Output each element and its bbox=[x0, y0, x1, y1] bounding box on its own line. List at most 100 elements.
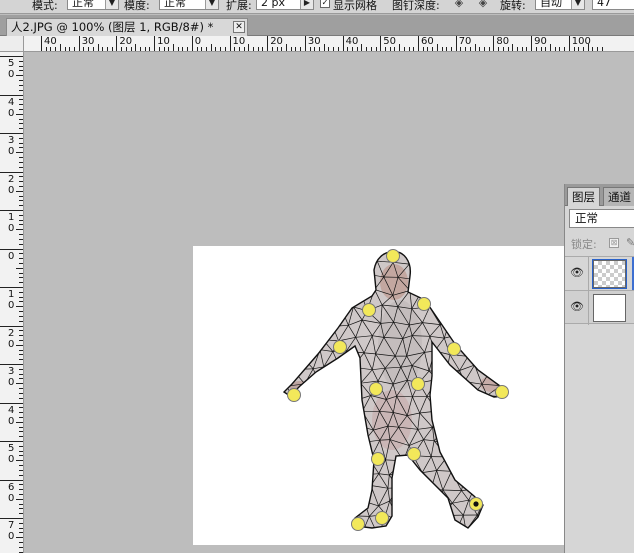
ruler-tick bbox=[19, 532, 23, 534]
pin-forward-icon[interactable]: ◈ bbox=[452, 0, 466, 10]
ruler-tick bbox=[19, 147, 23, 149]
tab-channels[interactable]: 通道 bbox=[603, 187, 634, 206]
ruler-tick bbox=[436, 44, 438, 51]
close-icon[interactable]: ✕ bbox=[233, 21, 245, 33]
warp-pin[interactable] bbox=[386, 249, 400, 263]
ruler-top[interactable]: 40 30 20 10 0 10 20 30 40 50 60 70 80 90 100 bbox=[24, 36, 634, 52]
mesh-edge bbox=[284, 412, 293, 429]
mesh-edge bbox=[356, 411, 363, 426]
mesh-edge bbox=[323, 295, 334, 312]
ruler-tick bbox=[19, 161, 23, 163]
mesh-edge bbox=[419, 251, 429, 262]
warp-pin[interactable] bbox=[371, 452, 385, 466]
warp-pin[interactable] bbox=[417, 297, 431, 311]
mesh-edge bbox=[479, 470, 491, 490]
ruler-origin[interactable] bbox=[0, 36, 24, 52]
layer-thumbnail[interactable] bbox=[593, 294, 626, 322]
warp-pin[interactable] bbox=[447, 342, 461, 356]
rotate-select[interactable]: 自动 ▼ bbox=[535, 0, 585, 10]
blend-mode-select[interactable]: 正常 bbox=[569, 209, 634, 228]
warp-pin[interactable] bbox=[287, 388, 301, 402]
mesh-edge bbox=[301, 474, 318, 476]
mesh-edge bbox=[444, 398, 455, 415]
warp-pin[interactable] bbox=[333, 340, 347, 354]
mesh-edge bbox=[438, 532, 445, 545]
ruler-tick bbox=[19, 258, 23, 260]
eye-icon[interactable]: 👁 bbox=[569, 267, 585, 279]
mesh-edge bbox=[430, 520, 439, 528]
expand-label: 扩展: bbox=[226, 0, 252, 12]
layer-row-layer-1[interactable]: 👁 bbox=[565, 256, 634, 291]
mesh-edge bbox=[345, 487, 355, 501]
ruler-tick bbox=[182, 47, 184, 51]
mesh-edge bbox=[284, 349, 288, 369]
mesh-edge bbox=[472, 307, 492, 312]
mesh-edge bbox=[405, 532, 419, 535]
ruler-tick bbox=[19, 527, 23, 529]
pin-backward-icon[interactable]: ◈ bbox=[476, 0, 490, 10]
tab-layers[interactable]: 图层 bbox=[567, 187, 600, 206]
eye-icon[interactable]: 👁 bbox=[569, 301, 585, 313]
lock-transparency-icon[interactable]: ⊠ bbox=[609, 238, 619, 248]
ruler-tick bbox=[559, 47, 561, 51]
mesh-edge bbox=[498, 518, 505, 528]
mesh-edge bbox=[495, 289, 505, 291]
opacity-select[interactable]: 正常 ▼ bbox=[159, 0, 219, 10]
mode-select[interactable]: 正常 ▼ bbox=[67, 0, 119, 10]
mesh-edge bbox=[306, 396, 318, 414]
show-mesh-checkbox[interactable]: ✓ bbox=[320, 0, 330, 8]
mesh-edge bbox=[490, 489, 496, 506]
ruler-tick bbox=[19, 311, 23, 313]
mesh-edge bbox=[444, 380, 454, 399]
lock-pixels-icon[interactable]: ✎ bbox=[626, 236, 634, 249]
angle-field[interactable]: 47 bbox=[592, 0, 634, 10]
warp-pin[interactable] bbox=[407, 447, 421, 461]
warp-pin[interactable] bbox=[362, 303, 376, 317]
document-canvas[interactable] bbox=[193, 246, 564, 545]
mesh-edge bbox=[298, 279, 309, 291]
mesh-edge bbox=[280, 246, 292, 248]
ruler-tick bbox=[267, 36, 269, 51]
mesh-edge bbox=[309, 427, 322, 431]
mesh-edge bbox=[413, 517, 420, 528]
ruler-label: 4 bbox=[8, 404, 15, 416]
expand-field[interactable]: 2 px ▶ bbox=[256, 0, 314, 10]
document-tab[interactable]: 人2.JPG @ 100% (图层 1, RGB/8#) * ✕ bbox=[6, 18, 248, 36]
mesh-edge bbox=[480, 338, 490, 353]
ruler-tick bbox=[0, 171, 23, 173]
ruler-label: 4 bbox=[8, 96, 15, 108]
mesh-edge bbox=[290, 322, 303, 325]
warp-pin[interactable] bbox=[495, 385, 509, 399]
mesh-edge bbox=[465, 414, 476, 429]
warp-pin[interactable] bbox=[375, 511, 389, 525]
mesh-edge bbox=[510, 380, 530, 387]
ruler-tick bbox=[304, 36, 306, 51]
warp-pin[interactable] bbox=[369, 382, 383, 396]
mesh-edge bbox=[294, 499, 307, 521]
ruler-tick bbox=[568, 36, 570, 51]
mesh-edge bbox=[310, 248, 322, 251]
ruler-tick bbox=[352, 47, 354, 51]
mesh-edge bbox=[502, 396, 505, 412]
mesh-edge bbox=[475, 428, 481, 444]
mesh-edge bbox=[430, 488, 441, 506]
layer-thumbnail[interactable] bbox=[592, 259, 627, 289]
mesh-edge bbox=[443, 414, 455, 431]
ruler-tick bbox=[286, 44, 288, 51]
mesh-edge bbox=[511, 461, 522, 470]
layer-row-background[interactable]: 👁 bbox=[565, 290, 634, 325]
ruler-label: 0 bbox=[8, 377, 15, 388]
mesh-edge bbox=[306, 394, 326, 398]
mesh-edge bbox=[445, 307, 461, 312]
mesh-edge bbox=[439, 504, 444, 516]
mesh-edge bbox=[291, 427, 300, 447]
warp-pin[interactable] bbox=[351, 517, 365, 531]
mesh-edge bbox=[508, 490, 520, 491]
ruler-tick bbox=[587, 44, 589, 51]
mesh-edge bbox=[286, 260, 297, 276]
warp-pin[interactable] bbox=[411, 377, 425, 391]
mesh-edge bbox=[446, 370, 454, 381]
mesh-edge bbox=[326, 516, 335, 528]
ruler-tick bbox=[257, 47, 259, 51]
ruler-left[interactable]: 5040302010010203040506070 bbox=[0, 52, 24, 553]
